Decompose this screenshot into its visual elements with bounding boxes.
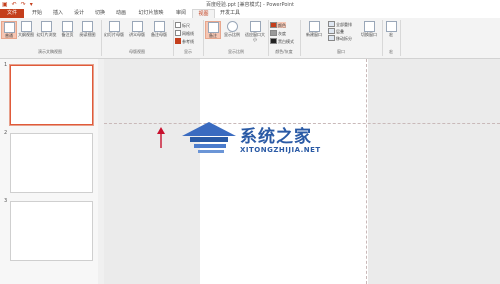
new-window-icon: [308, 21, 320, 32]
move-split-icon: [328, 35, 335, 41]
slide-thumbnail-1[interactable]: [9, 64, 94, 126]
tab-design[interactable]: 设计: [69, 9, 89, 18]
slide-sorter-button[interactable]: 幻灯片浏览: [36, 21, 57, 37]
ruler-checkbox[interactable]: 标尺: [175, 22, 190, 28]
notes-toggle-button[interactable]: 备注: [205, 21, 221, 39]
notes-icon: [207, 22, 219, 33]
tab-file[interactable]: 文件: [0, 9, 24, 18]
slide-master-icon: [108, 21, 120, 32]
tab-animations[interactable]: 动画: [111, 9, 131, 18]
move-split-button[interactable]: 移动拆分: [328, 35, 352, 41]
guides-checkbox[interactable]: 参考线: [175, 38, 194, 44]
outline-view-button[interactable]: 大纲视图: [17, 21, 35, 37]
new-window-button[interactable]: 新建窗口: [303, 21, 325, 37]
tab-home[interactable]: 开始: [27, 9, 47, 18]
switch-windows-icon: [363, 21, 375, 32]
group-separator: [400, 20, 401, 56]
vertical-guide[interactable]: [366, 59, 367, 284]
slide-number: 2: [4, 130, 8, 136]
tab-insert[interactable]: 插入: [48, 9, 68, 18]
switch-windows-button[interactable]: 切换窗口: [358, 21, 380, 37]
watermark: 系统之家 XITONGZHIJIA.NET: [180, 118, 360, 164]
current-slide[interactable]: [200, 59, 368, 284]
group-label-show: 显示: [184, 49, 192, 54]
cascade-icon: [328, 28, 335, 34]
reading-view-button[interactable]: 阅读视图: [78, 21, 97, 37]
reading-view-icon: [82, 21, 93, 32]
notes-master-icon: [153, 21, 165, 32]
group-label-macros: 宏: [389, 49, 393, 54]
zoom-button[interactable]: 显示比例: [222, 21, 242, 37]
notes-page-icon: [62, 21, 73, 32]
tab-transitions[interactable]: 切换: [90, 9, 110, 18]
tab-developer[interactable]: 开发工具: [215, 9, 245, 18]
normal-view-icon: [3, 22, 15, 33]
black-white-mode-button[interactable]: 黑白模式: [270, 38, 294, 44]
watermark-logo-icon: [182, 122, 236, 153]
gridlines-checkbox[interactable]: 网格线: [175, 30, 194, 36]
tab-review[interactable]: 审阅: [171, 9, 191, 18]
red-arrow-annotation: [157, 127, 165, 148]
handout-master-button[interactable]: 讲义母版: [127, 21, 147, 37]
macros-icon: [385, 21, 397, 32]
watermark-url: XITONGZHIJIA.NET: [240, 146, 321, 154]
slide-master-button[interactable]: 幻灯片母版: [103, 21, 125, 37]
arrange-all-button[interactable]: 全部重排: [328, 21, 352, 27]
fit-window-icon: [249, 21, 261, 32]
black-white-swatch-icon: [270, 38, 277, 44]
macros-button[interactable]: 宏: [385, 21, 397, 37]
fit-to-window-button[interactable]: 适应窗口大小: [244, 21, 266, 42]
group-label-window: 窗口: [337, 49, 345, 54]
cascade-button[interactable]: 层叠: [328, 28, 344, 34]
window-title: 百度经验.ppt [兼容模式] - PowerPoint: [206, 2, 294, 8]
checkbox-box: [175, 22, 181, 28]
title-bar: ▣ ↶ ↷ ▾ 百度经验.ppt [兼容模式] - PowerPoint: [0, 0, 500, 9]
outline-view-icon: [20, 21, 32, 32]
slide-number: 3: [4, 198, 8, 204]
arrange-all-icon: [328, 21, 335, 27]
group-label-zoom: 显示比例: [228, 49, 244, 54]
slide-number: 1: [4, 62, 8, 68]
slide-thumbnail-3[interactable]: [10, 201, 93, 261]
grayscale-swatch-icon: [270, 30, 277, 36]
handout-master-icon: [131, 21, 143, 32]
normal-view-button[interactable]: 普通: [1, 21, 17, 39]
color-mode-button[interactable]: 颜色: [270, 22, 286, 28]
grayscale-mode-button[interactable]: 灰度: [270, 30, 286, 36]
slide-thumbnails-pane: 1 2 3: [0, 59, 99, 284]
notes-master-button[interactable]: 备注母版: [149, 21, 169, 37]
zoom-magnifier-icon: [226, 21, 238, 32]
checkbox-box: [175, 30, 181, 36]
watermark-title: 系统之家: [240, 127, 312, 147]
ribbon-view: 普通 大纲视图 幻灯片浏览 备注页 阅读视图 演示文稿视图 幻灯片母版 讲义母版…: [0, 18, 500, 59]
notes-page-button[interactable]: 备注页: [59, 21, 76, 37]
group-label-master-views: 母版视图: [129, 49, 145, 54]
color-swatch-icon: [270, 22, 277, 28]
slide-sorter-icon: [41, 21, 52, 32]
slide-thumbnail-2[interactable]: [10, 133, 93, 193]
group-label-color: 颜色/灰度: [275, 49, 293, 54]
group-label-presentation-views: 演示文稿视图: [38, 49, 62, 54]
checkbox-box: [175, 38, 181, 44]
tab-slideshow[interactable]: 幻灯片放映: [133, 9, 169, 18]
